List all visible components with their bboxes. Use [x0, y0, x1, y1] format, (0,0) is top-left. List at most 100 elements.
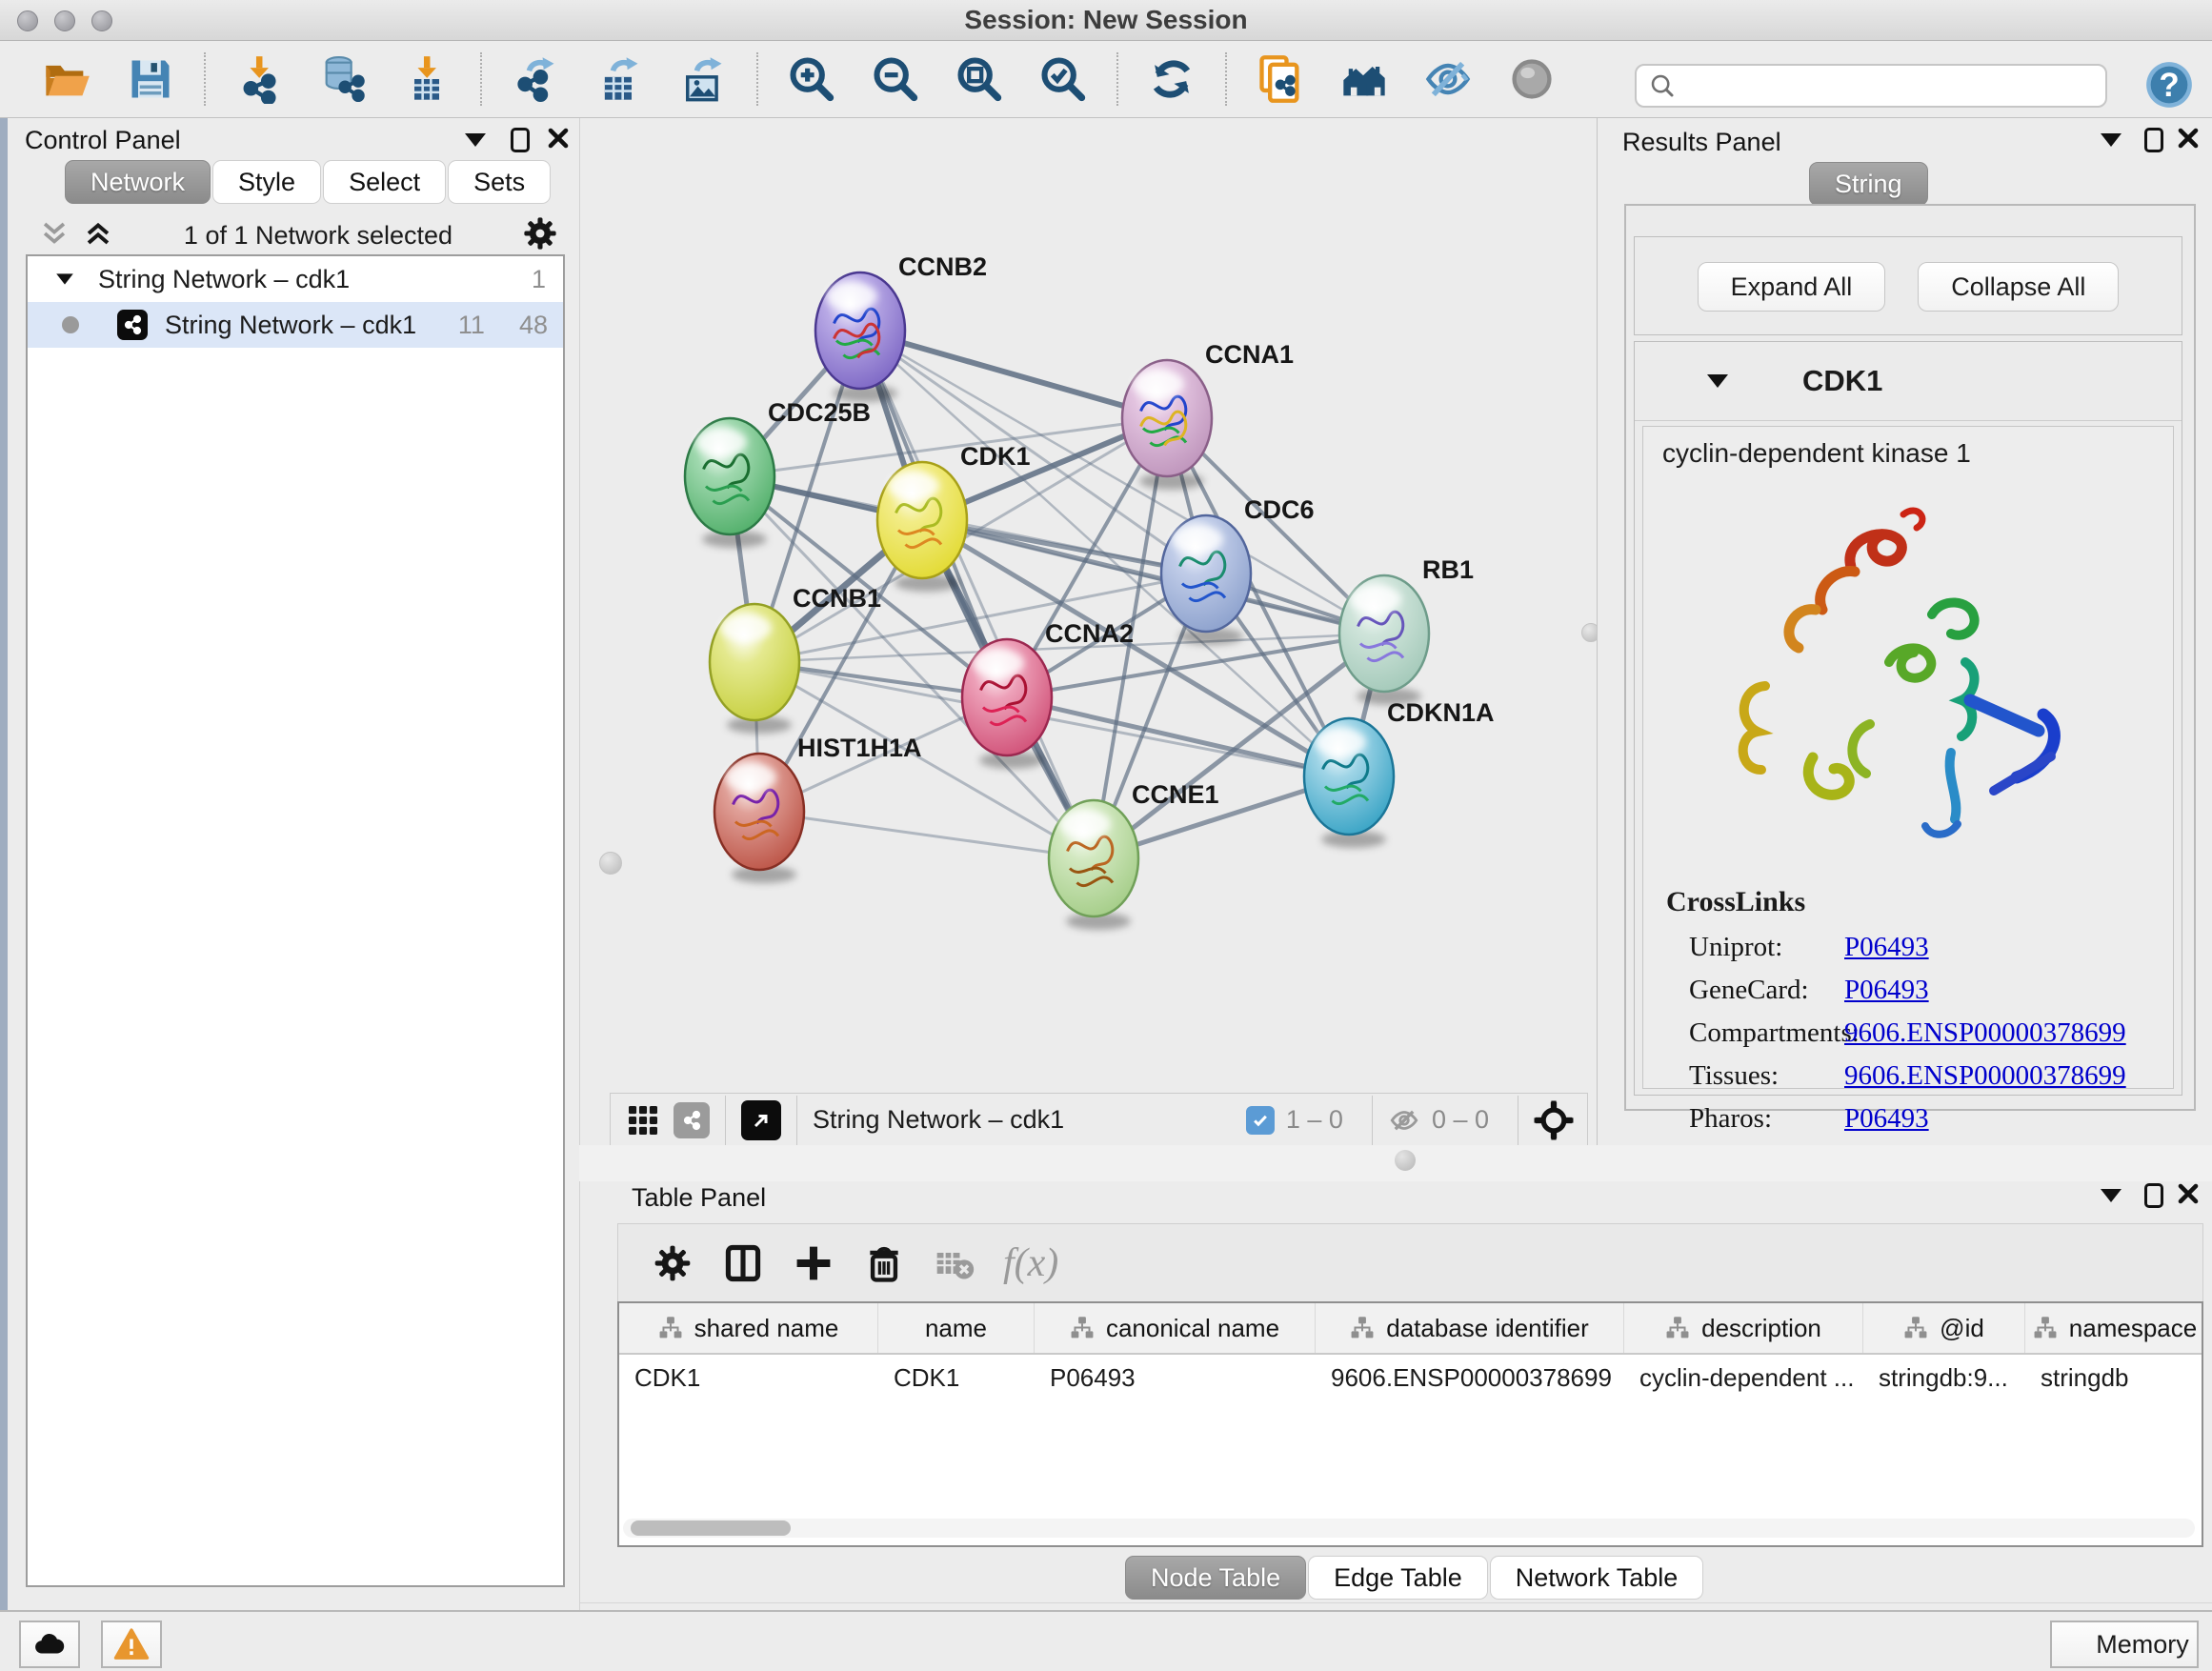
zoom-in-icon[interactable]: [785, 52, 838, 106]
zoom-out-icon[interactable]: [869, 52, 922, 106]
apply-refresh-icon[interactable]: [1145, 52, 1198, 106]
help-icon[interactable]: ?: [2143, 59, 2195, 111]
table-cell[interactable]: stringdb:9...: [1863, 1363, 2025, 1393]
scrollbar-thumb[interactable]: [631, 1520, 791, 1536]
network-node-CCNA1[interactable]: CCNA1: [1122, 340, 1294, 490]
column-header--id[interactable]: @id: [1863, 1303, 2025, 1353]
warnings-button[interactable]: [101, 1621, 162, 1668]
column-header-canonical-name[interactable]: canonical name: [1035, 1303, 1316, 1353]
network-canvas[interactable]: CCNB2CCNA1CDC25BCDK1CDC6RB1CCNB1CCNA2CDK…: [640, 118, 1581, 1093]
export-network-icon[interactable]: [509, 52, 562, 106]
network-node-HIST1H1A[interactable]: HIST1H1A: [714, 734, 922, 883]
tab-network[interactable]: Network: [65, 160, 211, 204]
select-columns-icon[interactable]: [718, 1238, 768, 1288]
table-row[interactable]: CDK1CDK1P064939606.ENSP00000378699cyclin…: [619, 1355, 2202, 1400]
network-edge[interactable]: [1007, 697, 1349, 776]
tab-sets[interactable]: Sets: [448, 160, 551, 204]
column-header-name[interactable]: name: [878, 1303, 1035, 1353]
import-network-file-icon[interactable]: [232, 52, 286, 106]
crosslink-value-link[interactable]: 9606.ENSP00000378699: [1844, 1017, 2126, 1049]
birdseye-navigator-icon[interactable]: [1534, 1100, 1574, 1140]
results-panel-float-icon[interactable]: [2101, 133, 2122, 147]
tab-node-table[interactable]: Node Table: [1125, 1556, 1306, 1600]
table-cell[interactable]: CDK1: [878, 1363, 1035, 1393]
crosslink-value-link[interactable]: P06493: [1844, 975, 1929, 1006]
export-table-icon[interactable]: [593, 52, 646, 106]
results-panel-maximize-icon[interactable]: [2144, 128, 2163, 152]
string-view-badge-icon[interactable]: [674, 1102, 710, 1138]
tab-style[interactable]: Style: [212, 160, 321, 204]
network-options-gear-icon[interactable]: [522, 215, 558, 256]
results-panel-close-icon[interactable]: [2177, 127, 2200, 154]
network-node-CCNA2[interactable]: CCNA2: [962, 619, 1134, 769]
table-cell[interactable]: cyclin-dependent ...: [1624, 1363, 1863, 1393]
splitter-handle-icon[interactable]: [1395, 1150, 1416, 1171]
add-column-icon[interactable]: [789, 1238, 838, 1288]
import-network-database-icon[interactable]: [316, 52, 370, 106]
import-table-file-icon[interactable]: [400, 52, 453, 106]
search-field[interactable]: [1677, 67, 2105, 105]
column-header-database-identifier[interactable]: database identifier: [1316, 1303, 1624, 1353]
control-panel-float-icon[interactable]: [465, 133, 486, 147]
network-node-RB1[interactable]: RB1: [1339, 555, 1474, 705]
memory-button[interactable]: Memory: [2050, 1621, 2199, 1668]
zoom-fit-icon[interactable]: [953, 52, 1006, 106]
entry-collapse-icon[interactable]: [1707, 374, 1728, 388]
title-bar: Session: New Session: [0, 0, 2212, 41]
control-panel-close-icon[interactable]: [547, 127, 570, 154]
network-collection-row[interactable]: String Network – cdk1 1: [28, 256, 563, 302]
expand-all-networks-icon[interactable]: [82, 217, 114, 254]
table-cell[interactable]: CDK1: [619, 1363, 878, 1393]
column-header-shared-name[interactable]: shared name: [619, 1303, 878, 1353]
table-panel-float-icon[interactable]: [2101, 1189, 2122, 1202]
grid-view-icon[interactable]: [626, 1103, 660, 1137]
column-header-namespace[interactable]: namespace: [2025, 1303, 2203, 1353]
network-edge[interactable]: [860, 331, 1167, 418]
tab-select[interactable]: Select: [323, 160, 446, 204]
splitter-handle-icon[interactable]: [599, 852, 622, 875]
zoom-selected-icon[interactable]: [1036, 52, 1090, 106]
expand-all-button[interactable]: Expand All: [1698, 262, 1886, 312]
network-node-CCNB2[interactable]: CCNB2: [815, 252, 987, 402]
memory-status-dot: [2060, 1632, 2084, 1657]
collapse-all-networks-icon[interactable]: [38, 217, 70, 254]
network-node-CCNE1[interactable]: CCNE1: [1049, 780, 1219, 930]
open-in-window-icon[interactable]: [741, 1100, 781, 1140]
node-entry-header[interactable]: CDK1: [1635, 342, 2182, 421]
crosslink-value-link[interactable]: 9606.ENSP00000378699: [1844, 1060, 2126, 1092]
table-panel-close-icon[interactable]: [2177, 1182, 2200, 1210]
table-cell[interactable]: 9606.ENSP00000378699: [1316, 1363, 1624, 1393]
selected-checkbox-icon[interactable]: [1246, 1106, 1275, 1135]
tab-edge-table[interactable]: Edge Table: [1308, 1556, 1488, 1600]
network-edge[interactable]: [860, 331, 1094, 858]
table-options-gear-icon[interactable]: [648, 1238, 697, 1288]
horizontal-scrollbar[interactable]: [623, 1519, 2195, 1538]
hidden-eye-icon[interactable]: [1388, 1104, 1420, 1137]
column-header-description[interactable]: description: [1624, 1303, 1863, 1353]
table-panel-maximize-icon[interactable]: [2144, 1183, 2163, 1208]
vertical-splitter-left[interactable]: [579, 118, 641, 1145]
network-edge[interactable]: [759, 812, 1094, 858]
table-cell[interactable]: stringdb: [2025, 1363, 2203, 1393]
cloud-status-button[interactable]: [19, 1621, 80, 1668]
tab-string[interactable]: String: [1809, 162, 1928, 206]
collection-expand-icon[interactable]: [56, 273, 73, 284]
hide-selected-icon[interactable]: [1421, 52, 1475, 106]
network-node-CCNB1[interactable]: CCNB1: [710, 584, 881, 734]
save-session-icon[interactable]: [124, 52, 177, 106]
network-node-CDKN1A[interactable]: CDKN1A: [1304, 698, 1495, 848]
first-neighbors-icon[interactable]: [1337, 52, 1391, 106]
table-cell[interactable]: P06493: [1035, 1363, 1316, 1393]
crosslink-value-link[interactable]: P06493: [1844, 932, 1929, 963]
network-row-selected[interactable]: String Network – cdk1 11 48: [28, 302, 563, 348]
export-image-icon[interactable]: [676, 52, 730, 106]
copy-network-icon[interactable]: [1254, 52, 1307, 106]
search-input[interactable]: [1635, 64, 2107, 108]
tab-network-table[interactable]: Network Table: [1490, 1556, 1704, 1600]
delete-column-icon[interactable]: [859, 1238, 909, 1288]
show-all-icon[interactable]: [1505, 52, 1558, 106]
open-session-icon[interactable]: [40, 52, 93, 106]
collapse-all-button[interactable]: Collapse All: [1918, 262, 2119, 312]
crosslink-value-link[interactable]: P06493: [1844, 1103, 1929, 1135]
control-panel-maximize-icon[interactable]: [511, 128, 530, 152]
